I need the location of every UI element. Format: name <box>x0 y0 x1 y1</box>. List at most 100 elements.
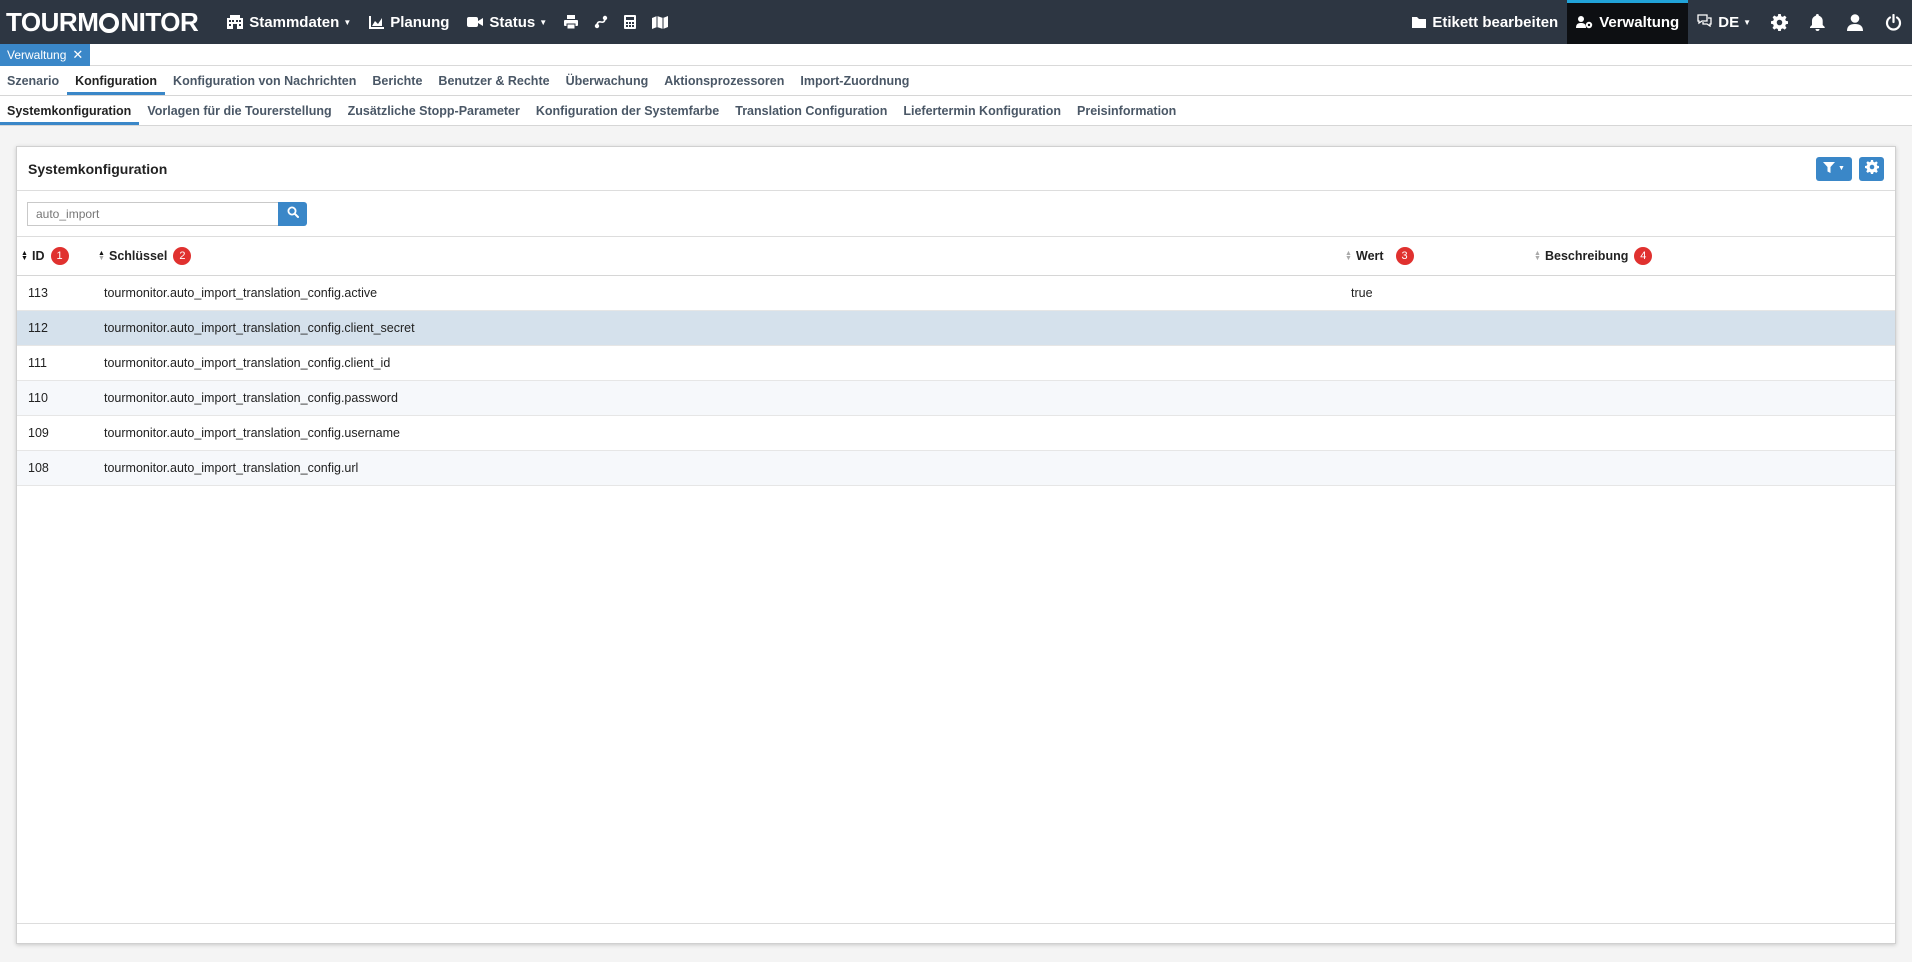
panel-title: Systemkonfiguration <box>28 160 168 177</box>
cell-description <box>1534 345 1895 381</box>
tab-szenario[interactable]: Szenario <box>0 66 67 95</box>
subtab-zusaetzliche-stopp-parameter[interactable]: Zusätzliche Stopp-Parameter <box>340 96 528 125</box>
building-icon <box>227 15 244 29</box>
map-icon[interactable] <box>644 0 676 44</box>
subtab-vorlagen-tourerstellung[interactable]: Vorlagen für die Tourerstellung <box>139 96 339 125</box>
column-header-id[interactable]: ▲ ▼ ID 1 <box>17 237 86 276</box>
chevron-down-icon: ▼ <box>343 17 352 27</box>
table-header-row: ▲ ▼ ID 1 ▲ ▼ Schlüssel 2 ▲ ▼ Wert 3 ▲ ▼ … <box>17 237 1895 276</box>
cell-key: tourmonitor.auto_import_translation_conf… <box>86 345 1345 381</box>
column-header-beschreibung[interactable]: ▲ ▼ Beschreibung 4 <box>1534 237 1895 276</box>
column-badge: 1 <box>50 246 69 265</box>
top-navbar: TOURM NITOR Stammdaten ▼ Planung Status ▼ <box>0 0 1912 44</box>
cell-description <box>1534 275 1895 311</box>
open-tab-label: Verwaltung <box>7 48 67 62</box>
table-row[interactable]: 111 tourmonitor.auto_import_translation_… <box>17 345 1895 381</box>
cell-value <box>1345 450 1534 486</box>
cell-value: true <box>1345 275 1534 311</box>
route-icon[interactable] <box>586 0 616 44</box>
subtab-liefertermin-konfiguration[interactable]: Liefertermin Konfiguration <box>895 96 1069 125</box>
power-icon[interactable] <box>1874 0 1912 44</box>
app-logo[interactable]: TOURM NITOR <box>0 6 199 38</box>
gear-icon <box>1864 160 1879 177</box>
sort-icon: ▲ ▼ <box>1345 249 1352 262</box>
sort-icon: ▲ ▼ <box>1534 249 1541 262</box>
nav-status[interactable]: Status ▼ <box>458 0 556 44</box>
logo-text-right: NITOR <box>120 6 199 37</box>
tab-ueberwachung[interactable]: Überwachung <box>558 66 657 95</box>
nav-planung[interactable]: Planung <box>360 0 458 44</box>
chevron-down-icon: ▼ <box>1743 17 1751 27</box>
subtab-preisinformation[interactable]: Preisinformation <box>1069 96 1184 125</box>
cell-key: tourmonitor.auto_import_translation_conf… <box>86 415 1345 451</box>
chevron-down-icon: ▼ <box>539 17 548 27</box>
table-settings-button[interactable] <box>1859 156 1884 181</box>
close-icon[interactable]: ✕ <box>72 47 83 63</box>
column-badge: 4 <box>1634 246 1653 265</box>
cell-description <box>1534 450 1895 486</box>
nav-etikett-bearbeiten[interactable]: Etikett bearbeiten <box>1403 0 1567 44</box>
column-badge: 3 <box>1395 246 1414 265</box>
filter-dropdown-button[interactable]: ▼ <box>1816 156 1852 181</box>
comments-icon <box>1697 14 1712 30</box>
column-badge: 2 <box>173 246 192 265</box>
tab-berichte[interactable]: Berichte <box>364 66 430 95</box>
filter-icon <box>1823 161 1836 176</box>
cell-key: tourmonitor.auto_import_translation_conf… <box>86 450 1345 486</box>
column-header-schluessel[interactable]: ▲ ▼ Schlüssel 2 <box>86 237 1345 276</box>
cell-description <box>1534 380 1895 416</box>
column-header-wert[interactable]: ▲ ▼ Wert 3 <box>1345 237 1534 276</box>
print-icon[interactable] <box>556 0 586 44</box>
cell-id: 110 <box>17 380 86 416</box>
nav-language-label: DE <box>1718 13 1740 31</box>
tab-konfiguration-nachrichten[interactable]: Konfiguration von Nachrichten <box>165 66 364 95</box>
nav-stammdaten-label: Stammdaten <box>249 13 340 31</box>
users-cog-icon <box>1576 15 1593 29</box>
search-bar <box>17 191 1895 237</box>
table-row[interactable]: 112 tourmonitor.auto_import_translation_… <box>17 310 1895 346</box>
column-label: Wert <box>1356 248 1384 263</box>
table-row[interactable]: 113 tourmonitor.auto_import_translation_… <box>17 275 1895 311</box>
cell-key: tourmonitor.auto_import_translation_conf… <box>86 310 1345 346</box>
config-table: ▲ ▼ ID 1 ▲ ▼ Schlüssel 2 ▲ ▼ Wert 3 ▲ ▼ … <box>17 237 1895 486</box>
bell-icon[interactable] <box>1798 0 1836 44</box>
table-row[interactable]: 110 tourmonitor.auto_import_translation_… <box>17 380 1895 416</box>
chart-area-icon <box>369 15 385 29</box>
subtab-translation-configuration[interactable]: Translation Configuration <box>727 96 895 125</box>
column-label: ID <box>32 248 45 263</box>
subtab-systemfarbe[interactable]: Konfiguration der Systemfarbe <box>528 96 727 125</box>
open-tabs-bar: Verwaltung ✕ <box>0 44 1912 66</box>
nav-etikett-label: Etikett bearbeiten <box>1432 13 1559 31</box>
sort-icon: ▲ ▼ <box>98 249 105 262</box>
user-icon[interactable] <box>1836 0 1874 44</box>
search-input[interactable] <box>27 201 278 226</box>
nav-stammdaten[interactable]: Stammdaten ▼ <box>218 0 360 44</box>
cell-id: 113 <box>17 275 86 311</box>
nav-verwaltung[interactable]: Verwaltung <box>1567 0 1689 44</box>
cell-description <box>1534 310 1895 346</box>
nav-language[interactable]: DE ▼ <box>1688 0 1760 44</box>
panel-footer <box>17 923 1895 943</box>
cell-description <box>1534 415 1895 451</box>
calculator-icon[interactable] <box>616 0 644 44</box>
open-tab-verwaltung[interactable]: Verwaltung ✕ <box>0 44 91 66</box>
column-label: Schlüssel <box>109 248 168 263</box>
tab-benutzer-rechte[interactable]: Benutzer & Rechte <box>430 66 557 95</box>
table-row[interactable]: 109 tourmonitor.auto_import_translation_… <box>17 415 1895 451</box>
chevron-down-icon: ▼ <box>1838 165 1845 172</box>
cell-id: 111 <box>17 345 86 381</box>
table-row[interactable]: 108 tourmonitor.auto_import_translation_… <box>17 450 1895 486</box>
tab-aktionsprozessoren[interactable]: Aktionsprozessoren <box>656 66 792 95</box>
subtab-systemkonfiguration[interactable]: Systemkonfiguration <box>0 96 140 125</box>
admin-menu: Szenario Konfiguration Konfiguration von… <box>0 66 1912 96</box>
logo-text-left: TOURM <box>6 6 99 37</box>
search-icon <box>287 206 299 221</box>
logo-o-icon <box>99 13 120 33</box>
cell-value <box>1345 310 1534 346</box>
search-button[interactable] <box>278 201 307 226</box>
tab-konfiguration[interactable]: Konfiguration <box>67 66 166 95</box>
panel-header: Systemkonfiguration ▼ <box>17 147 1895 191</box>
tab-import-zuordnung[interactable]: Import-Zuordnung <box>792 66 917 95</box>
settings-gear-icon[interactable] <box>1760 0 1798 44</box>
nav-status-label: Status <box>489 13 536 31</box>
